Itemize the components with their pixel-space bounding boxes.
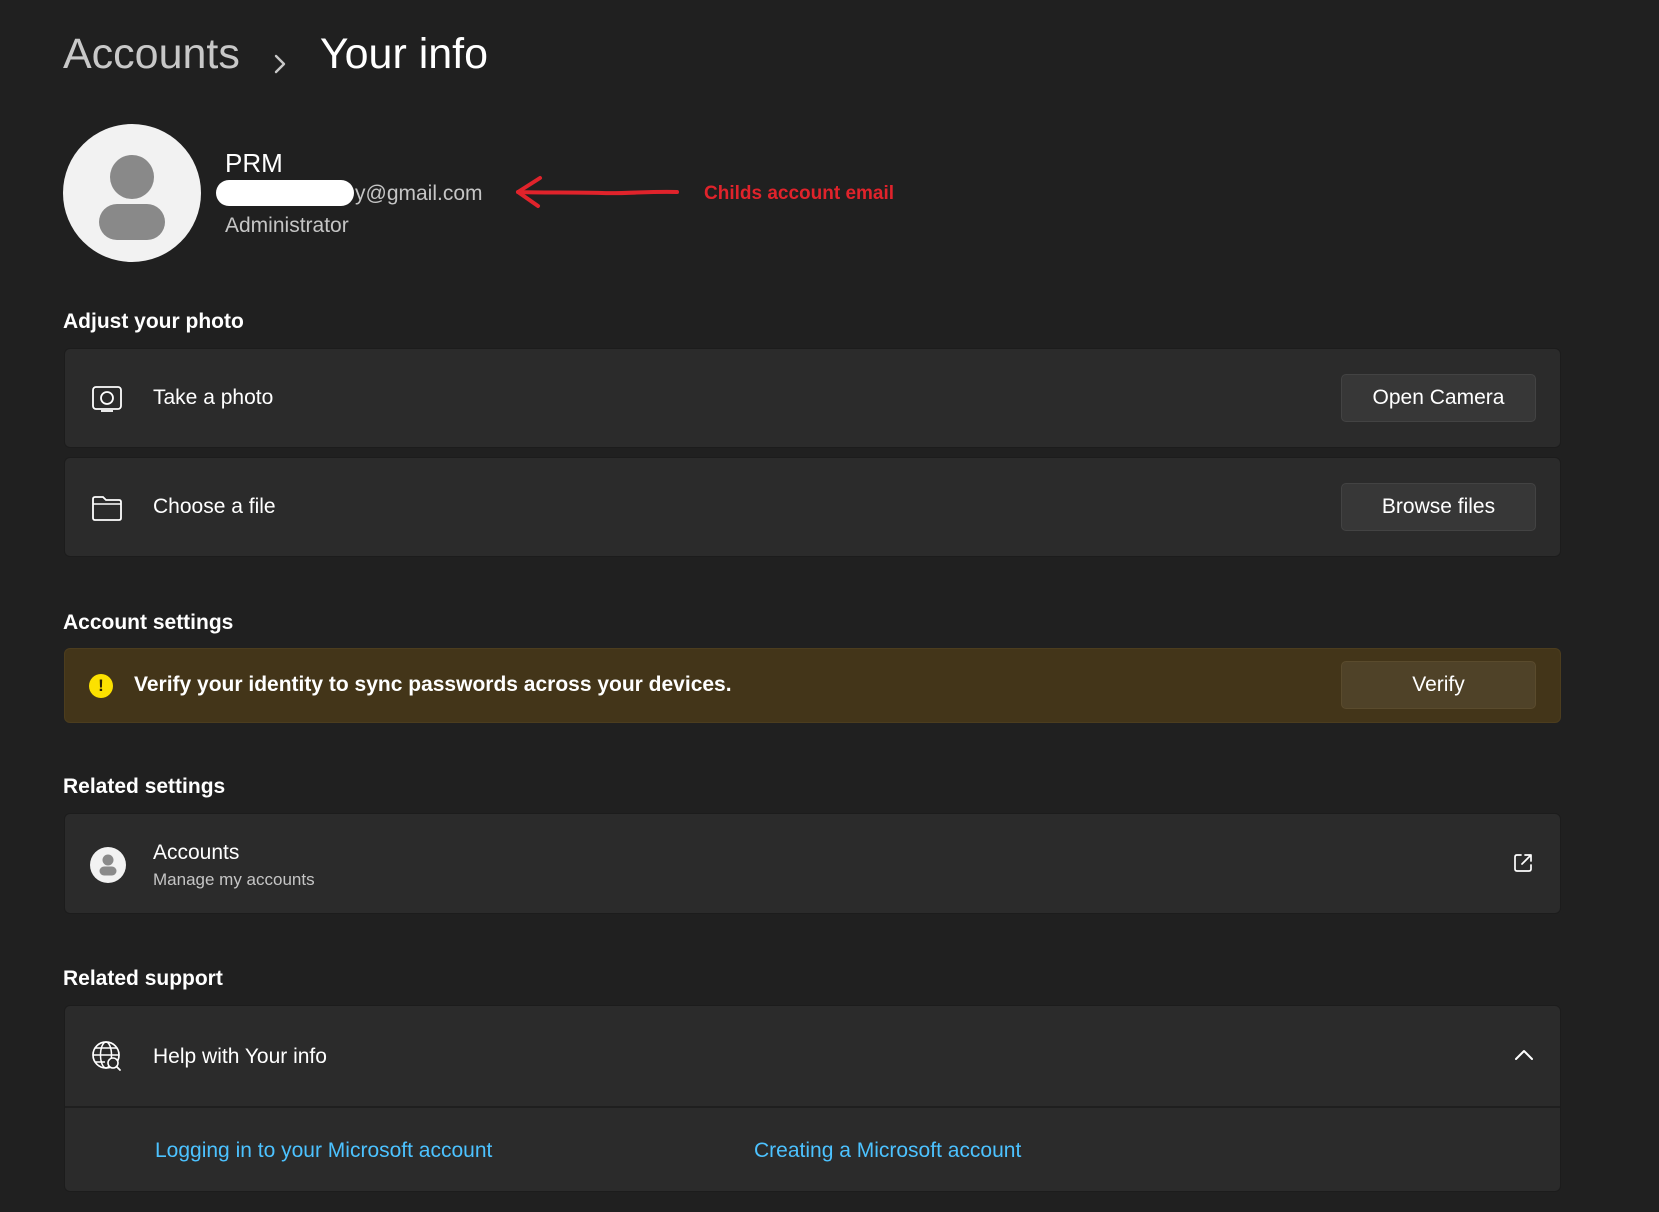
section-title-adjust-photo: Adjust your photo <box>63 310 244 333</box>
section-title-account-settings: Account settings <box>63 611 234 634</box>
help-expander: Help with Your info Logging in to your M… <box>64 1005 1561 1192</box>
profile-name: PRM <box>225 148 283 178</box>
breadcrumb-accounts[interactable]: Accounts <box>63 30 240 79</box>
help-divider <box>65 1106 1560 1108</box>
page-title: Your info <box>319 29 489 78</box>
take-photo-row: Take a photo Open Camera <box>64 348 1561 448</box>
link-creating-microsoft-account[interactable]: Creating a Microsoft account <box>754 1139 1021 1163</box>
accounts-link-row[interactable]: Accounts Manage my accounts <box>64 813 1561 914</box>
choose-file-label: Choose a file <box>153 495 276 518</box>
choose-file-row: Choose a file Browse files <box>64 457 1561 557</box>
verify-button[interactable]: Verify <box>1341 661 1536 709</box>
camera-icon <box>91 385 123 418</box>
external-link-icon[interactable] <box>1512 852 1534 879</box>
folder-icon <box>91 494 123 527</box>
verify-identity-banner: ! Verify your identity to sync passwords… <box>64 648 1561 723</box>
breadcrumb: Accounts Your info <box>63 22 488 86</box>
help-label[interactable]: Help with Your info <box>153 1045 327 1069</box>
open-camera-button[interactable]: Open Camera <box>1341 374 1536 422</box>
globe-help-icon <box>91 1040 123 1077</box>
section-title-related-settings: Related settings <box>63 775 226 798</box>
accounts-label: Accounts <box>153 841 240 864</box>
verify-identity-text: Verify your identity to sync passwords a… <box>134 673 732 696</box>
accounts-sublabel: Manage my accounts <box>153 870 315 889</box>
avatar <box>63 124 201 262</box>
link-logging-in-microsoft-account[interactable]: Logging in to your Microsoft account <box>155 1139 492 1163</box>
profile-role: Administrator <box>225 214 349 237</box>
take-photo-label: Take a photo <box>153 386 274 409</box>
chevron-up-icon[interactable] <box>1514 1048 1534 1067</box>
person-icon <box>99 155 165 240</box>
profile-email-text: y@gmail.com <box>355 182 483 205</box>
section-title-related-support: Related support <box>63 967 223 990</box>
account-icon <box>89 846 127 889</box>
warning-icon: ! <box>89 674 113 698</box>
chevron-right-icon <box>266 40 294 74</box>
browse-files-button[interactable]: Browse files <box>1341 483 1536 531</box>
annotation-arrow-icon <box>516 176 679 208</box>
annotation-text: Childs account email <box>704 183 895 204</box>
email-redaction <box>216 180 354 206</box>
